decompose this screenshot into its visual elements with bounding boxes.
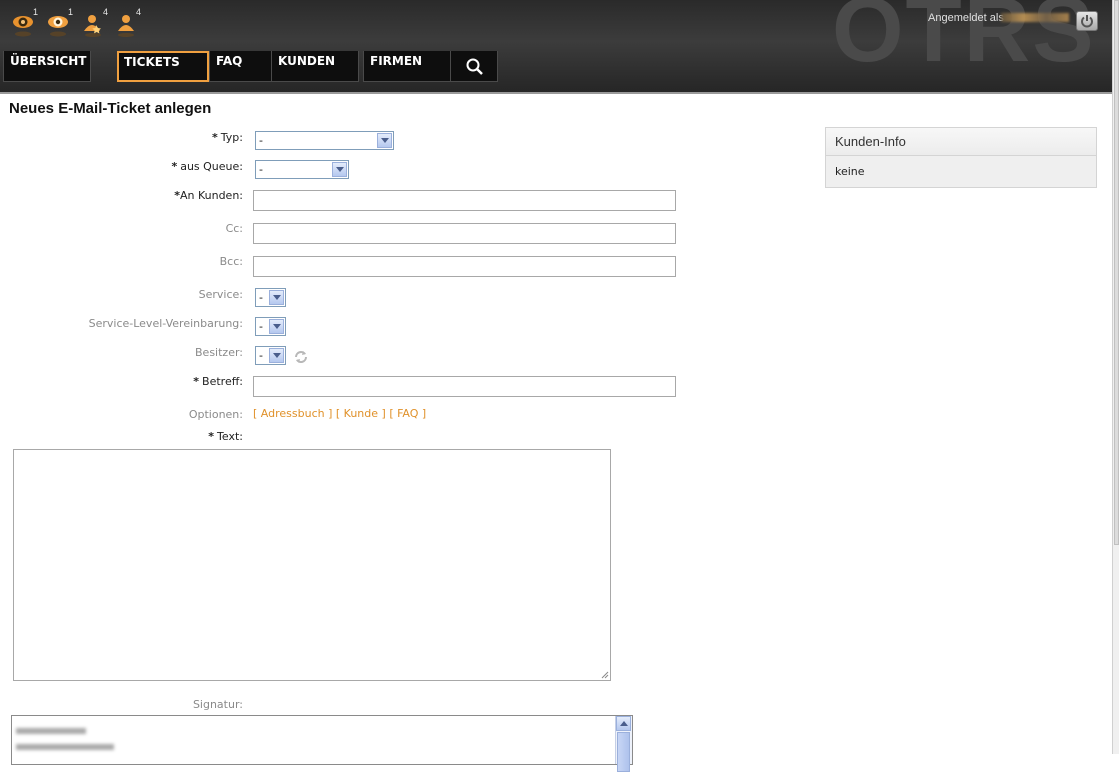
subject-label: * Betreff: [193,375,243,388]
watched-count: 1 [68,7,74,17]
cc-label: Cc: [225,222,243,235]
window-scroll-thumb[interactable] [1114,0,1119,545]
responsible-count: 4 [103,7,109,17]
signature-line-redacted [16,728,86,734]
locked-watched-count: 1 [33,7,39,17]
header-bar: OTRS 1 1 4 4 Angemeldet als ÜBERSICHT TI… [0,0,1112,94]
scroll-thumb[interactable] [617,732,630,772]
customer-info-title: Kunden-Info [826,128,1096,156]
chevron-down-icon [377,133,392,148]
owner-tickets-button[interactable]: 4 [114,7,142,40]
sla-select[interactable]: - [255,317,286,336]
options-label: Optionen: [188,408,243,421]
text-label: * Text: [208,430,243,443]
sla-select-value: - [259,320,263,333]
nav-customers[interactable]: KUNDEN [271,51,359,82]
window-scrollbar[interactable] [1112,0,1119,754]
magnifier-icon [466,58,483,75]
signature-scrollbar[interactable] [615,716,632,772]
power-icon [1081,15,1093,28]
queue-select-value: - [259,163,263,176]
owner-count: 4 [136,7,142,17]
bcc-label: Bcc: [219,255,243,268]
bcc-input[interactable] [253,256,676,277]
page-title: Neues E-Mail-Ticket anlegen [9,100,212,117]
owner-icon [118,15,134,37]
responsible-tickets-button[interactable]: 4 [81,7,109,40]
to-customer-label: *An Kunden: [174,189,243,202]
chevron-down-icon [332,162,347,177]
logout-button[interactable] [1076,11,1098,31]
login-label: Angemeldet als [928,12,1004,24]
responsible-icon [84,15,101,37]
service-select-value: - [259,291,263,304]
locked-watched-icon [13,16,33,37]
chevron-down-icon [269,348,284,363]
owner-label: Besitzer: [195,346,243,359]
body-textarea[interactable] [13,449,611,681]
owner-select-value: - [259,349,263,362]
owner-select[interactable]: - [255,346,286,365]
signature-line-redacted [16,744,114,750]
options-links: [ Adressbuch ] [ Kunde ] [ FAQ ] [253,407,426,420]
nav-search-button[interactable] [450,51,498,82]
faq-link[interactable]: [ FAQ ] [389,407,426,420]
logged-in-user-redacted [1001,13,1069,22]
type-label: * Typ: [212,131,243,144]
sla-label: Service-Level-Vereinbarung: [88,317,243,330]
chevron-down-icon [269,319,284,334]
queue-label: * aus Queue: [171,160,243,173]
service-select[interactable]: - [255,288,286,307]
nav-companies[interactable]: FIRMEN [363,51,451,82]
queue-select[interactable]: - [255,160,349,179]
customer-link[interactable]: [ Kunde ] [336,407,386,420]
to-customer-input[interactable] [253,190,676,211]
watched-icon [48,16,68,37]
service-label: Service: [198,288,243,301]
nav-overview[interactable]: ÜBERSICHT [3,51,91,82]
refresh-icon[interactable] [293,349,309,365]
watched-tickets-button[interactable]: 1 [46,7,74,40]
address-book-link[interactable]: [ Adressbuch ] [253,407,332,420]
signature-label: Signatur: [192,698,243,711]
customer-info-value: keine [826,156,1096,187]
chevron-down-icon [269,290,284,305]
nav-tickets[interactable]: TICKETS [117,51,209,82]
subject-input[interactable] [253,376,676,397]
resize-grip-icon[interactable] [601,671,609,679]
type-select[interactable]: - [255,131,394,150]
signature-textarea [11,715,633,772]
type-select-value: - [259,134,263,147]
cc-input[interactable] [253,223,676,244]
scroll-up-icon[interactable] [616,716,631,731]
customer-info-panel: Kunden-Info keine [825,127,1097,188]
locked-watched-tickets-button[interactable]: 1 [11,7,39,40]
